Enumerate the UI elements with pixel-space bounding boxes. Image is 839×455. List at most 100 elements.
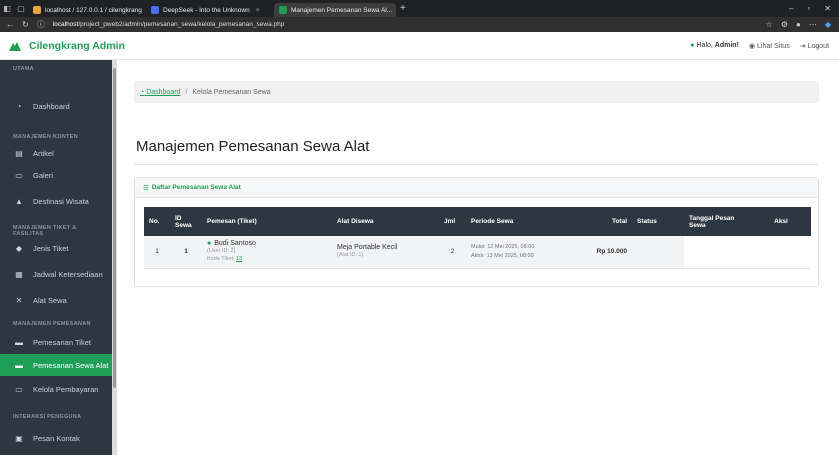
sidebar-item-label: Destinasi Wisata <box>33 196 89 206</box>
customer-name: Budi Santoso <box>214 240 256 248</box>
col-periode: Periode Sewa <box>466 207 572 236</box>
cell-periode: Mulai: 12 Mei 2025, 08:00 Akhir: 13 Mei … <box>466 236 572 269</box>
cell-no: 1 <box>144 236 170 269</box>
greeting-prefix: Halo, <box>696 42 715 49</box>
sidebar-item-destinasi[interactable]: ▲ Destinasi Wisata <box>0 190 112 212</box>
sidebar-item-label: Artikel <box>33 148 54 158</box>
tab-label: Manajemen Pemesanan Sewa Al... <box>291 6 393 14</box>
view-site-link[interactable]: ◉ Lihat Situs <box>749 42 790 50</box>
site-favicon-icon <box>279 6 287 14</box>
sidebar-item-label: Kelola Pembayaran <box>33 384 99 394</box>
sidebar-item-label: Jenis Tiket <box>33 243 69 253</box>
sidebar-item-artikel[interactable]: ▤ Artikel <box>0 142 112 164</box>
brand-name: Cilengkrang Admin <box>29 39 125 52</box>
window-menu-icon[interactable]: ◧ <box>0 0 14 17</box>
sidebar-section-utama: UTAMA <box>13 66 34 72</box>
cell-aksi <box>751 236 811 269</box>
sidebar-section-konten: MANAJEMEN KONTEN <box>13 134 78 140</box>
cell-total: Rp 10.000 <box>572 236 632 269</box>
site-info-icon[interactable]: ⓘ <box>37 19 45 30</box>
sidebar-item-jenis-tiket[interactable]: ◆ Jenis Tiket <box>0 237 112 259</box>
mountain-logo-icon <box>9 41 21 51</box>
sidebar-item-label: Pemesanan Tiket <box>33 337 91 347</box>
col-tanggal: Tanggal Pesan Sewa <box>684 207 751 236</box>
ticket-code-link[interactable]: 13 <box>236 256 242 262</box>
cell-pemesan: ● Budi Santoso (User ID: 2) Kode Tiket: 1… <box>202 236 332 269</box>
period-end: Akhir: 13 Mei 2025, 08:00 <box>471 252 534 259</box>
breadcrumb-current: Kelola Pemesanan Sewa <box>192 88 271 96</box>
main-content: ◔ Dashboard / Kelola Pemesanan Sewa Mana… <box>122 60 839 455</box>
card-title: Daftar Pemesanan Sewa Alat <box>151 184 241 191</box>
extensions-icon[interactable]: ⚙ <box>781 20 788 29</box>
back-icon[interactable]: ← <box>6 20 14 29</box>
user-greeting: ● Halo, Admin! <box>690 42 739 49</box>
sidebar-item-jadwal[interactable]: ▦ Jadwal Ketersediaan <box>0 263 112 285</box>
message-icon: ▣ <box>15 433 23 443</box>
browser-logo-icon[interactable]: ◆ <box>825 20 831 29</box>
profile-icon[interactable]: ● <box>796 20 801 29</box>
close-tab-icon[interactable]: × <box>256 7 260 14</box>
sidebar-item-pesan-kontak[interactable]: ▣ Pesan Kontak <box>0 427 112 449</box>
app-header: Cilengkrang Admin ● Halo, Admin! ◉ Lihat S… <box>0 32 839 60</box>
sidebar-item-dashboard[interactable]: ◔ Dashboard <box>0 95 112 117</box>
sidebar-item-label: Alat Sewa <box>33 295 67 305</box>
tools-icon: ✕ <box>15 295 23 305</box>
sidebar: UTAMA ◔ Dashboard MANAJEMEN KONTEN ▤ Artik… <box>0 60 117 455</box>
dashboard-icon: ◔ <box>16 101 22 111</box>
bookmark-star-icon[interactable]: ☆ <box>766 20 773 29</box>
scrollbar-thumb[interactable] <box>113 68 116 388</box>
logout-link[interactable]: ⇥ Logout <box>800 42 829 50</box>
more-menu-icon[interactable]: ⋯ <box>809 20 817 29</box>
view-site-label: Lihat Situs <box>757 42 790 50</box>
col-aksi: Aksi <box>751 207 811 236</box>
sidebar-item-label: Pemesanan Sewa Alat <box>33 360 109 370</box>
logout-icon: ⇥ <box>799 42 806 50</box>
browser-tab-deepseek[interactable]: DeepSeek - Into the Unknown × <box>146 3 274 17</box>
new-tab-button[interactable]: + <box>400 3 406 14</box>
sidebar-item-label: Jadwal Ketersediaan <box>33 269 103 279</box>
url-field[interactable]: localhost/project_pweb2/admin/pemesanan_… <box>53 21 285 28</box>
eye-icon: ◉ <box>748 42 756 50</box>
breadcrumb-dashboard-link[interactable]: ◔ Dashboard <box>140 89 180 96</box>
sidebar-scrollbar[interactable] <box>112 60 117 455</box>
tab-actions-icon[interactable]: ▢ <box>14 0 28 17</box>
tool-id: (Alat ID: 1) <box>337 252 364 259</box>
brand[interactable]: Cilengkrang Admin <box>9 40 125 52</box>
logout-label: Logout <box>807 42 829 50</box>
ticket-icon: ▬ <box>15 360 23 370</box>
cell-id: 1 <box>170 236 202 269</box>
period-start: Mulai: 12 Mei 2025, 08:00 <box>471 243 535 250</box>
phpmyadmin-favicon-icon <box>33 6 41 14</box>
address-bar: ← ↻ ⓘ localhost/project_pweb2/admin/peme… <box>0 17 839 32</box>
url-path: /project_pweb2/admin/pemesanan_sewa/kelo… <box>78 21 285 28</box>
close-window-icon[interactable]: ✕ <box>824 4 831 13</box>
breadcrumb-home-label: Dashboard <box>146 88 181 96</box>
calendar-icon: ▦ <box>15 269 23 279</box>
sidebar-item-pemesanan-sewa[interactable]: ▬ Pemesanan Sewa Alat <box>0 354 112 376</box>
sidebar-item-galeri[interactable]: ▭ Galeri <box>0 164 112 186</box>
tool-name: Meja Portable Kecil <box>337 244 398 252</box>
sidebar-item-label: Galeri <box>33 170 54 180</box>
col-id: ID Sewa <box>170 207 202 236</box>
sidebar-section-interaksi: INTERAKSI PENGGUNA <box>13 414 82 420</box>
browser-tab-phpmyadmin[interactable]: localhost / 127.0.0.1 / cilengkrang × <box>28 3 146 17</box>
deepseek-favicon-icon <box>151 6 159 14</box>
page-title: Manajemen Pemesanan Sewa Alat <box>136 138 370 155</box>
col-pemesan: Pemesan (Tiket) <box>202 207 332 236</box>
minimize-icon[interactable]: – <box>789 4 793 13</box>
sidebar-item-pembayaran[interactable]: ▭ Kelola Pembayaran <box>0 378 112 400</box>
tab-label: DeepSeek - Into the Unknown <box>163 6 250 14</box>
col-jml: Jml <box>439 207 466 236</box>
tag-icon: ◆ <box>15 243 23 253</box>
breadcrumb-separator: / <box>185 88 188 96</box>
reload-icon[interactable]: ↻ <box>22 20 29 29</box>
title-divider <box>134 164 819 165</box>
browser-tab-active[interactable]: Manajemen Pemesanan Sewa Al... × <box>274 3 396 17</box>
sidebar-item-alat-sewa[interactable]: ✕ Alat Sewa <box>0 289 112 311</box>
tab-label: localhost / 127.0.0.1 / cilengkrang <box>45 6 142 14</box>
newspaper-icon: ▤ <box>15 148 23 158</box>
maximize-icon[interactable]: ▫ <box>807 4 810 13</box>
cell-alat: Meja Portable Kecil (Alat ID: 1) <box>332 236 439 269</box>
sidebar-item-pemesanan-tiket[interactable]: ▬ Pemesanan Tiket <box>0 331 112 353</box>
sidebar-item-label: Pesan Kontak <box>33 433 80 443</box>
